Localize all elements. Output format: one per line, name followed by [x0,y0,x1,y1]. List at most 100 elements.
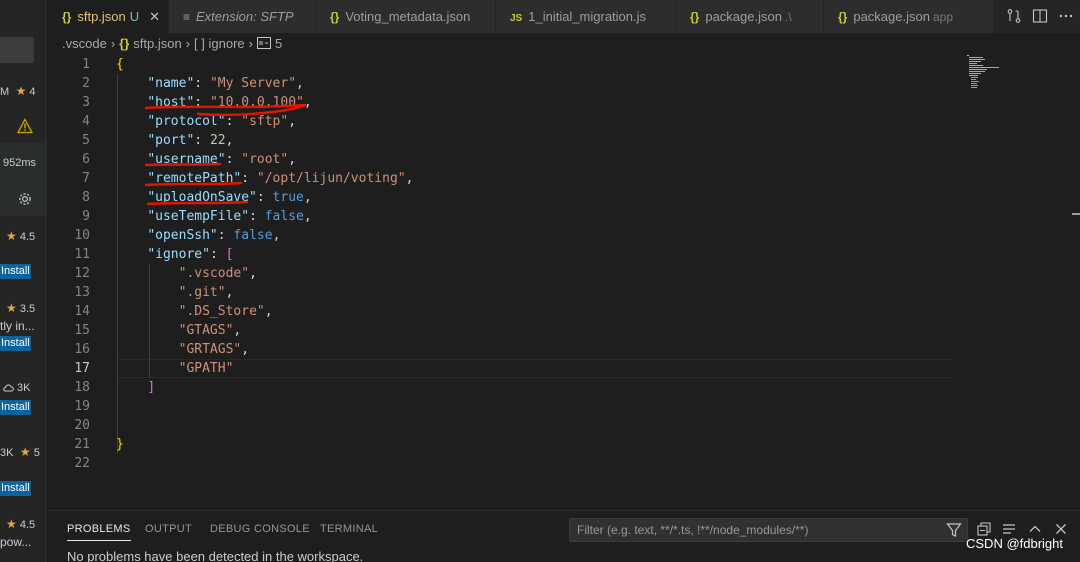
tab-terminal[interactable]: TERMINAL [320,523,378,535]
string-symbol-icon [257,37,271,49]
extension-item-3[interactable]: ★ 3.5 [6,301,35,315]
line-number: 21 [74,437,90,452]
close-icon[interactable] [1053,521,1069,537]
code-line: } [116,437,124,452]
js-icon: JS [510,13,523,24]
extension-description: pow... [0,535,32,549]
star-icon: ★ [6,301,17,315]
star-icon: ★ [16,445,31,459]
more-actions-icon[interactable] [1058,8,1074,24]
breadcrumb: .vscode ›{} sftp.json ›[ ] ignore › 5 [62,33,282,55]
view-as-list-icon[interactable] [1001,521,1017,537]
json-braces-icon: {} [690,10,700,24]
json-value: false [233,228,273,243]
breadcrumb-key[interactable]: ignore [209,36,245,51]
json-braces-icon: {} [838,10,848,24]
extension-publisher-fragment: M [0,86,10,98]
star-icon: ★ [6,229,17,243]
array-symbol-icon: [ ] [194,36,205,51]
tab-problems[interactable]: PROBLEMS [67,523,131,541]
close-icon[interactable]: ✕ [149,9,160,24]
star-icon: ★ [12,84,27,98]
red-underline-annotations [144,103,307,206]
json-braces-icon: {} [330,10,340,24]
collapse-all-icon[interactable] [976,521,992,537]
gear-icon[interactable] [17,191,33,207]
tab-output[interactable]: OUTPUT [145,523,192,535]
bottom-panel: PROBLEMS OUTPUT DEBUG CONSOLE TERMINAL F… [48,510,1080,562]
line-number: 15 [74,323,90,338]
tab-label: 1_initial_migration.js [528,9,647,24]
watermark: CSDN @fdbright [966,536,1064,551]
chevron-right-icon: › [248,36,253,51]
line-number: 12 [74,266,90,281]
line-number: 14 [74,304,90,319]
tab-package-json-root[interactable]: {} package.json .\ [676,0,824,33]
line-number: 16 [74,342,90,357]
breadcrumb-item-index[interactable]: 5 [275,36,282,51]
code-line: ".git", [178,285,234,300]
json-key: "openSsh" [147,228,218,243]
json-array-item: "GTAGS" [178,323,234,338]
tab-sftp-json[interactable]: {} sftp.json U ✕ [48,0,169,33]
chevron-right-icon: › [110,36,116,51]
download-count: 3K [0,447,14,459]
minimap[interactable] [965,55,1005,95]
tab-voting-metadata[interactable]: {} Voting_metadata.json [316,0,496,33]
json-array-item: "GPATH" [178,361,234,376]
tab-initial-migration[interactable]: JS 1_initial_migration.js [496,0,676,33]
code-editor[interactable]: 1 2 3 4 5 6 7 8 9 10 11 12 13 14 15 16 1… [48,55,1080,510]
download-count: 3K [17,382,31,394]
tab-path-hint: .\ [784,10,792,24]
editor-actions [1000,0,1080,33]
extension-rating: 4.5 [19,231,36,243]
extension-item-5[interactable]: 3K ★ 5 [0,445,40,459]
install-button[interactable]: Install [0,400,31,415]
warning-icon[interactable] [17,118,33,134]
editor-tab-bar: {} sftp.json U ✕ ≡ Extension: SFTP {} Voting_… [48,0,1080,33]
tab-extension-sftp[interactable]: ≡ Extension: SFTP [169,0,316,33]
filter-icon[interactable] [946,522,962,538]
code-line: "openSsh": false, [147,228,281,243]
install-button[interactable]: Install [0,264,31,279]
extension-rating: 3.5 [19,303,36,315]
code-line: ] [147,380,156,395]
json-array-item: "GRTAGS" [178,342,242,357]
split-editor-icon[interactable] [1032,8,1048,24]
breadcrumb-file[interactable]: sftp.json [133,36,181,51]
extension-rating: 4.5 [19,519,36,531]
problems-message: No problems have been detected in the wo… [67,549,364,562]
extension-rating: 5 [33,447,40,459]
line-number: 19 [74,399,90,414]
code-line: "GRTAGS", [178,342,250,357]
line-number: 22 [74,456,90,471]
extension-item-2[interactable]: ★ 4.5 [6,229,35,243]
install-button[interactable]: Install [0,481,31,496]
extension-search-input[interactable] [0,37,34,63]
json-array-item: ".DS_Store" [178,304,265,319]
tab-path-hint: app [932,10,953,24]
json-array-item: ".git" [178,285,226,300]
scrollbar-position-marker[interactable] [1072,213,1080,215]
line-number: 18 [74,380,90,395]
tab-debug-console[interactable]: DEBUG CONSOLE [210,523,310,535]
install-button[interactable]: Install [0,336,31,351]
line-number: 13 [74,285,90,300]
extension-item-1[interactable]: M ★ 4 [0,84,36,98]
line-number-current: 17 [74,361,90,376]
download-cloud-icon [3,384,14,392]
extensions-sidebar: M ★ 4 952ms ★ 4.5 Install ★ 3.5 tly in..… [0,0,47,562]
code-line: "GPATH" [116,359,234,378]
tab-label: package.json [705,9,782,24]
problems-filter-input[interactable]: Filter (e.g. text, **/*.ts, !**/node_mod… [569,518,968,542]
compare-changes-icon[interactable] [1006,8,1022,24]
code-line: ".DS_Store", [178,304,273,319]
breadcrumb-folder[interactable]: .vscode [62,36,107,51]
extension-icon: ≡ [183,10,191,24]
code-line: ".vscode", [178,266,257,281]
extension-item-6[interactable]: ★ 4.5 [6,517,35,531]
current-line-highlight [116,359,954,378]
extension-description: tly in... [0,319,35,333]
tab-package-json-app[interactable]: {} package.json app [824,0,994,33]
chevron-up-icon[interactable] [1027,521,1043,537]
